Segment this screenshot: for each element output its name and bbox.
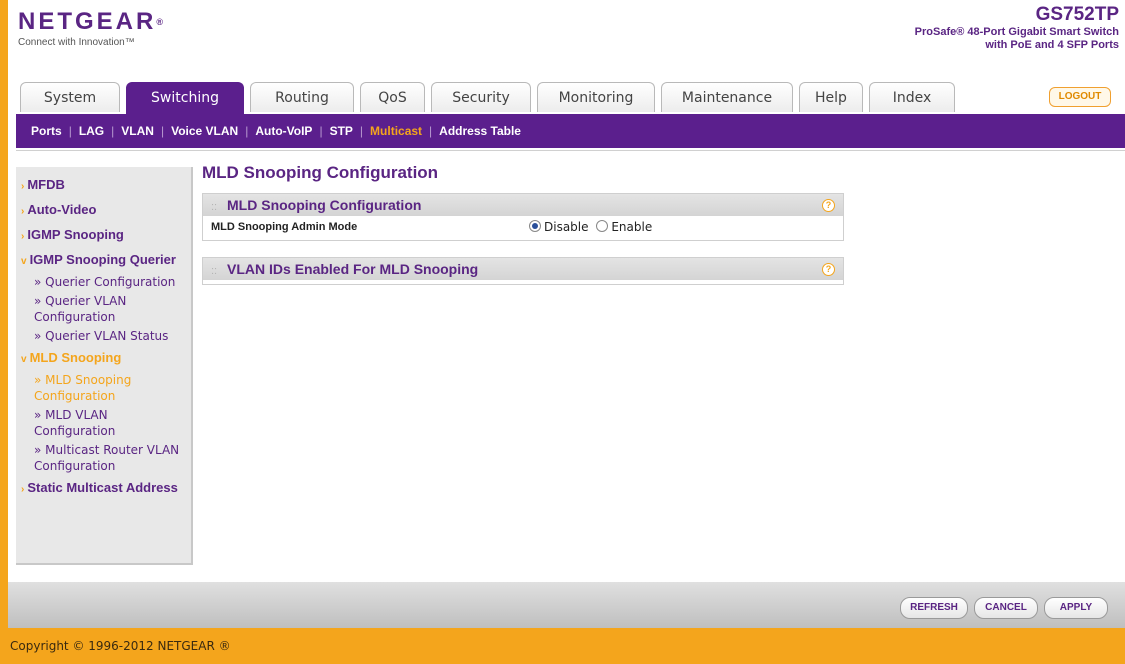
sidebar-subitem-querier-configuration[interactable]: » Querier Configuration [16, 273, 191, 292]
enable-radio[interactable] [596, 220, 609, 232]
sidebar: › MFDB › Auto-Video › IGMP Snooping v IGMP Snoo… [16, 167, 193, 565]
subnav-separator: | [111, 124, 115, 138]
sidebar-item-static-multicast-address[interactable]: › Static Multicast Address [16, 476, 191, 501]
mld-config-panel: :: MLD Snooping Configuration ? MLD Snoo… [202, 193, 844, 241]
subnav-ports[interactable]: Ports [31, 124, 62, 138]
help-icon[interactable]: ? [822, 263, 835, 276]
admin-mode-row: MLD Snooping Admin Mode Disable Enable [203, 216, 843, 240]
subnav-separator: | [68, 124, 72, 138]
subnav-auto-voip[interactable]: Auto-VoIP [255, 124, 312, 138]
logo-text: NETGEAR [18, 8, 157, 35]
subnav-separator: | [160, 124, 165, 138]
subnav-separator: | [319, 124, 323, 138]
collapsed-arrow-icon: › [21, 231, 25, 242]
sidebar-item-label: Static Multicast Address [27, 480, 178, 495]
panel-title: MLD Snooping Configuration [227, 197, 422, 213]
tab-monitoring[interactable]: Monitoring [537, 82, 655, 112]
apply-button[interactable]: APPLY [1044, 597, 1108, 619]
subnav-address-table[interactable]: Address Table [439, 124, 521, 138]
tab-index[interactable]: Index [869, 82, 955, 112]
vlan-ids-panel: :: VLAN IDs Enabled For MLD Snooping ? [202, 257, 844, 285]
sidebar-item-igmp-snooping-querier[interactable]: v IGMP Snooping Querier [16, 248, 191, 273]
main-content: MLD Snooping Configuration :: MLD Snoopi… [202, 161, 852, 301]
tab-maintenance[interactable]: Maintenance [661, 82, 793, 112]
product-description: ProSafe® 48-Port Gigabit Smart Switch wi… [914, 26, 1119, 51]
subnav-separator: | [359, 124, 364, 138]
subnav-separator: | [245, 124, 249, 138]
drag-handle-icon: :: [211, 265, 218, 277]
expanded-arrow-icon: v [21, 256, 27, 267]
subnav-stp[interactable]: STP [330, 124, 353, 138]
copyright: Copyright © 1996-2012 NETGEAR ® [8, 628, 1125, 653]
tab-security[interactable]: Security [431, 82, 531, 112]
product-model: GS752TP [1035, 4, 1119, 25]
tab-routing[interactable]: Routing [250, 82, 354, 112]
page-title: MLD Snooping Configuration [202, 163, 439, 182]
sidebar-item-mfdb[interactable]: › MFDB [16, 173, 191, 198]
panel-header: :: MLD Snooping Configuration ? [203, 193, 843, 216]
subnav-lag[interactable]: LAG [79, 124, 104, 138]
collapsed-arrow-icon: › [21, 206, 25, 217]
tab-system[interactable]: System [20, 82, 120, 112]
product-info: GS752TP ProSafe® 48-Port Gigabit Smart S… [909, 4, 1119, 52]
sidebar-item-igmp-snooping[interactable]: › IGMP Snooping [16, 223, 191, 248]
drag-handle-icon: :: [211, 201, 218, 213]
page: NETGEAR® Connect with Innovation™ GS752T… [8, 0, 1125, 653]
sidebar-subitem-multicast-router-vlan-configuration[interactable]: » Multicast Router VLAN Configuration [16, 441, 191, 476]
enable-label: Enable [611, 220, 653, 234]
sidebar-item-auto-video[interactable]: › Auto-Video [16, 198, 191, 223]
sidebar-nav: › MFDB › Auto-Video › IGMP Snooping v IGMP Snoo… [16, 167, 191, 501]
expanded-arrow-icon: v [21, 354, 27, 365]
sidebar-item-mld-snooping[interactable]: v MLD Snooping [16, 346, 191, 371]
admin-mode-label: MLD Snooping Admin Mode [211, 221, 358, 233]
netgear-logo: NETGEAR® Connect with Innovation™ [18, 8, 163, 49]
sidebar-item-label: IGMP Snooping Querier [29, 252, 176, 267]
logo-tagline: Connect with Innovation™ [18, 37, 135, 48]
collapsed-arrow-icon: › [21, 181, 25, 192]
subnav-vlan[interactable]: VLAN [121, 124, 154, 138]
cancel-button[interactable]: CANCEL [974, 597, 1038, 619]
sidebar-subitem-mld-snooping-configuration[interactable]: » MLD Snooping Configuration [16, 371, 191, 406]
sidebar-item-label: IGMP Snooping [27, 227, 124, 242]
subnav-separator: | [429, 124, 433, 138]
sidebar-item-label: MLD Snooping [29, 350, 122, 365]
collapsed-arrow-icon: › [21, 484, 25, 495]
disable-label: Disable [544, 220, 589, 234]
action-bar: REFRESH CANCEL APPLY [8, 582, 1125, 628]
disable-radio[interactable] [529, 220, 541, 232]
sidebar-item-label: Auto-Video [27, 202, 97, 217]
subnav-voice-vlan[interactable]: Voice VLAN [171, 124, 238, 138]
logout-button[interactable]: LOGOUT [1049, 87, 1111, 107]
tab-help[interactable]: Help [799, 82, 863, 112]
tab-qos[interactable]: QoS [360, 82, 425, 112]
panel-header: :: VLAN IDs Enabled For MLD Snooping ? [203, 257, 843, 280]
tab-switching[interactable]: Switching [126, 82, 244, 114]
refresh-button[interactable]: REFRESH [900, 597, 968, 619]
panel-title: VLAN IDs Enabled For MLD Snooping [227, 261, 479, 277]
sidebar-subitem-mld-vlan-configuration[interactable]: » MLD VLAN Configuration [16, 406, 191, 441]
subnav-multicast[interactable]: Multicast [370, 124, 422, 138]
sidebar-item-label: MFDB [27, 177, 65, 192]
body-area: › MFDB › Auto-Video › IGMP Snooping v IGMP Snoo… [16, 150, 1125, 583]
sidebar-subitem-querier-vlan-configuration[interactable]: » Querier VLAN Configuration [16, 292, 191, 327]
admin-mode-radio-group: Disable Enable [529, 220, 656, 234]
sub-navigation: Ports | LAG | VLAN | Voice VLAN | Auto-VoIP | STP |… [16, 114, 1125, 148]
sidebar-subitem-querier-vlan-status[interactable]: » Querier VLAN Status [16, 327, 191, 346]
help-icon[interactable]: ? [822, 199, 835, 212]
